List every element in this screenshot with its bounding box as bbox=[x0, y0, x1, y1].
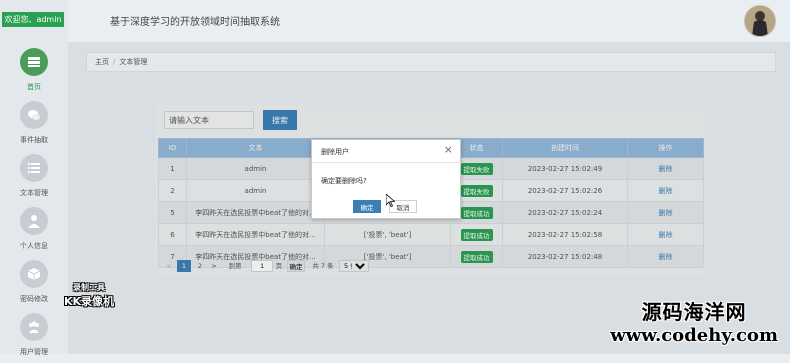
recorder-watermark: 录制工具 KK录像机 bbox=[64, 282, 114, 309]
app-title: 基于深度学习的开放领域时间抽取系统 bbox=[110, 17, 280, 28]
recorder-watermark-line2: KK录像机 bbox=[64, 295, 115, 308]
dialog-message: 确定要删除吗? bbox=[321, 177, 367, 185]
sidebar-item-text-management[interactable]: 文本管理 bbox=[0, 154, 68, 204]
avatar[interactable] bbox=[744, 5, 776, 37]
site-watermark-name: 源码海洋网 bbox=[641, 300, 747, 324]
sidebar-item-label: 事件抽取 bbox=[20, 136, 48, 144]
sidebar-item-label: 用户管理 bbox=[20, 348, 48, 356]
header: 基于深度学习的开放领域时间抽取系统 bbox=[68, 0, 790, 42]
sidebar-item-password[interactable]: 密码修改 bbox=[0, 260, 68, 310]
home-icon bbox=[20, 48, 48, 76]
sidebar-item-label: 首页 bbox=[27, 83, 41, 91]
welcome-badge: 欢迎您、admin bbox=[2, 12, 64, 27]
sidebar: 欢迎您、admin 首页 事件抽取 文本管理 个人信息 密码修改 用户管理 bbox=[0, 0, 68, 356]
sidebar-item-label: 密码修改 bbox=[20, 295, 48, 303]
recorder-watermark-line1: 录制工具 bbox=[73, 283, 106, 292]
cube-icon bbox=[20, 260, 48, 288]
sidebar-item-profile[interactable]: 个人信息 bbox=[0, 207, 68, 257]
dialog-title: 删除用户 bbox=[321, 148, 349, 156]
sidebar-item-home[interactable]: 首页 bbox=[0, 48, 68, 98]
users-icon bbox=[20, 313, 48, 341]
sidebar-item-users[interactable]: 用户管理 bbox=[0, 313, 68, 363]
chat-icon bbox=[20, 101, 48, 129]
person-icon bbox=[20, 207, 48, 235]
site-watermark-url: www.codehy.com bbox=[610, 325, 778, 346]
mouse-pointer-icon bbox=[386, 194, 395, 207]
list-icon bbox=[20, 154, 48, 182]
delete-confirm-dialog: 删除用户 × 确定要删除吗? 确定 取消 bbox=[311, 139, 461, 219]
confirm-button[interactable]: 确定 bbox=[353, 200, 381, 213]
site-watermark: 源码海洋网 www.codehy.com bbox=[610, 296, 778, 346]
sidebar-item-label: 文本管理 bbox=[20, 189, 48, 197]
close-icon[interactable]: × bbox=[444, 144, 453, 156]
dialog-header: 删除用户 × bbox=[312, 140, 460, 163]
sidebar-item-label: 个人信息 bbox=[20, 242, 48, 250]
sidebar-item-event-extraction[interactable]: 事件抽取 bbox=[0, 101, 68, 151]
